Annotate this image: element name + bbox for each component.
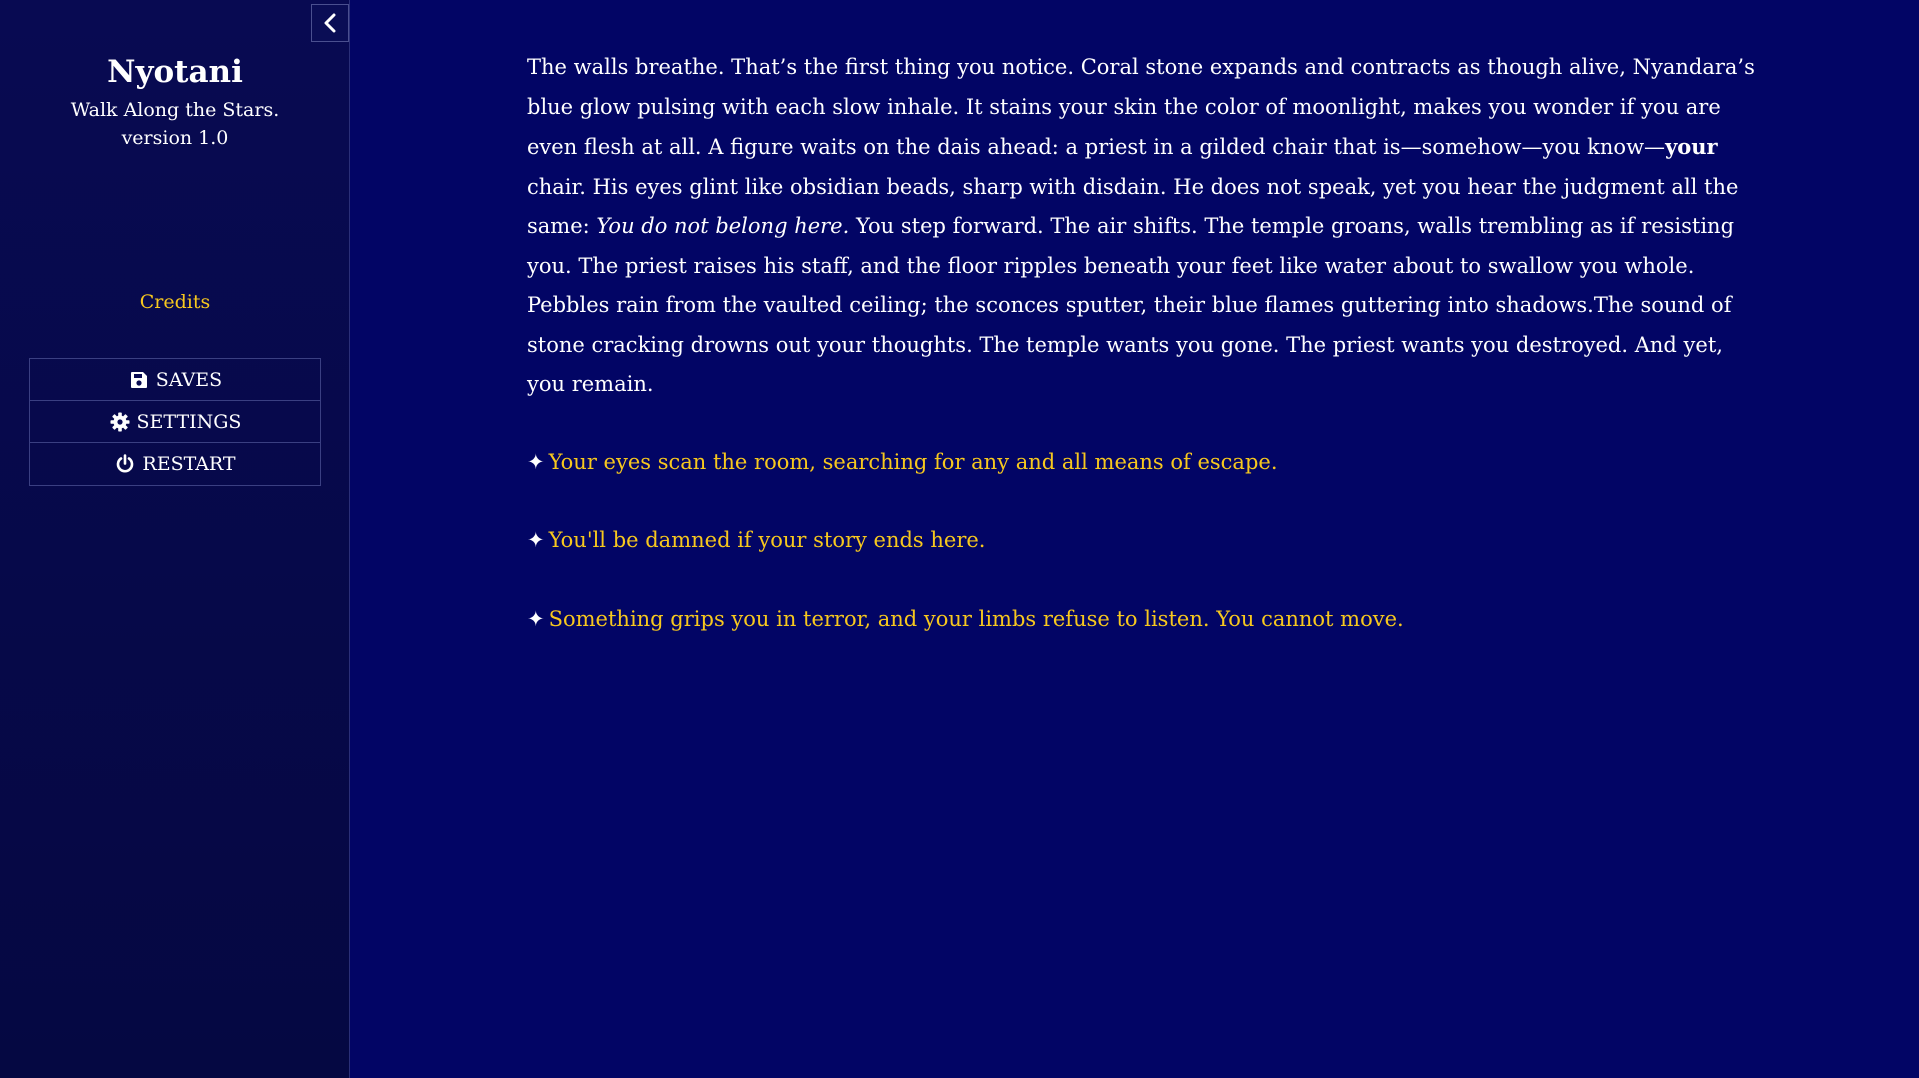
passage-text-part3: You step forward. The air shifts. The te… xyxy=(527,214,1735,396)
restart-button[interactable]: RESTART xyxy=(30,443,320,485)
passage-text: The walls breathe. That’s the first thin… xyxy=(527,48,1757,405)
star-icon: ✦ xyxy=(527,606,545,631)
choice-link-escape[interactable]: ✦ Your eyes scan the room, searching for … xyxy=(527,443,1757,483)
story-passage: The walls breathe. That’s the first thin… xyxy=(527,48,1757,639)
chevron-left-icon xyxy=(324,13,336,33)
star-icon: ✦ xyxy=(527,528,545,552)
restart-label: RESTART xyxy=(142,453,236,475)
passage-emphasis-bold: your xyxy=(1665,134,1718,159)
settings-label: SETTINGS xyxy=(136,410,242,433)
gear-icon xyxy=(109,411,131,433)
menu-core: SAVES SETTINGS RESTART xyxy=(29,358,321,486)
passage-emphasis-italic: You do not belong here. xyxy=(596,214,850,238)
star-icon: ✦ xyxy=(527,449,545,474)
story-banner: Nyotani Walk Along the Stars. version 1.… xyxy=(0,52,350,152)
story-title: Nyotani xyxy=(107,54,243,90)
choice-label: Your eyes scan the room, searching for a… xyxy=(548,449,1278,474)
passage-text-part1: The walls breathe. That’s the first thin… xyxy=(527,55,1755,159)
sidebar-toggle-button[interactable] xyxy=(311,4,349,42)
credits-link[interactable]: Credits xyxy=(0,288,350,316)
saves-button[interactable]: SAVES xyxy=(30,359,320,401)
choice-link-frozen[interactable]: ✦ Something grips you in terror, and your… xyxy=(527,600,1757,640)
choice-label: You'll be damned if your story ends here… xyxy=(548,528,986,552)
settings-button[interactable]: SETTINGS xyxy=(30,401,320,443)
choice-link-defiance[interactable]: ✦ You'll be damned if your story ends her… xyxy=(527,521,1757,561)
sidebar: Nyotani Walk Along the Stars. version 1.… xyxy=(0,0,350,1078)
power-icon xyxy=(114,453,136,475)
story-subtitle: Walk Along the Stars. xyxy=(70,99,280,121)
floppy-disk-icon xyxy=(128,369,150,391)
choice-label: Something grips you in terror, and your … xyxy=(548,606,1404,631)
story-version: version 1.0 xyxy=(121,127,229,149)
saves-label: SAVES xyxy=(155,368,223,391)
